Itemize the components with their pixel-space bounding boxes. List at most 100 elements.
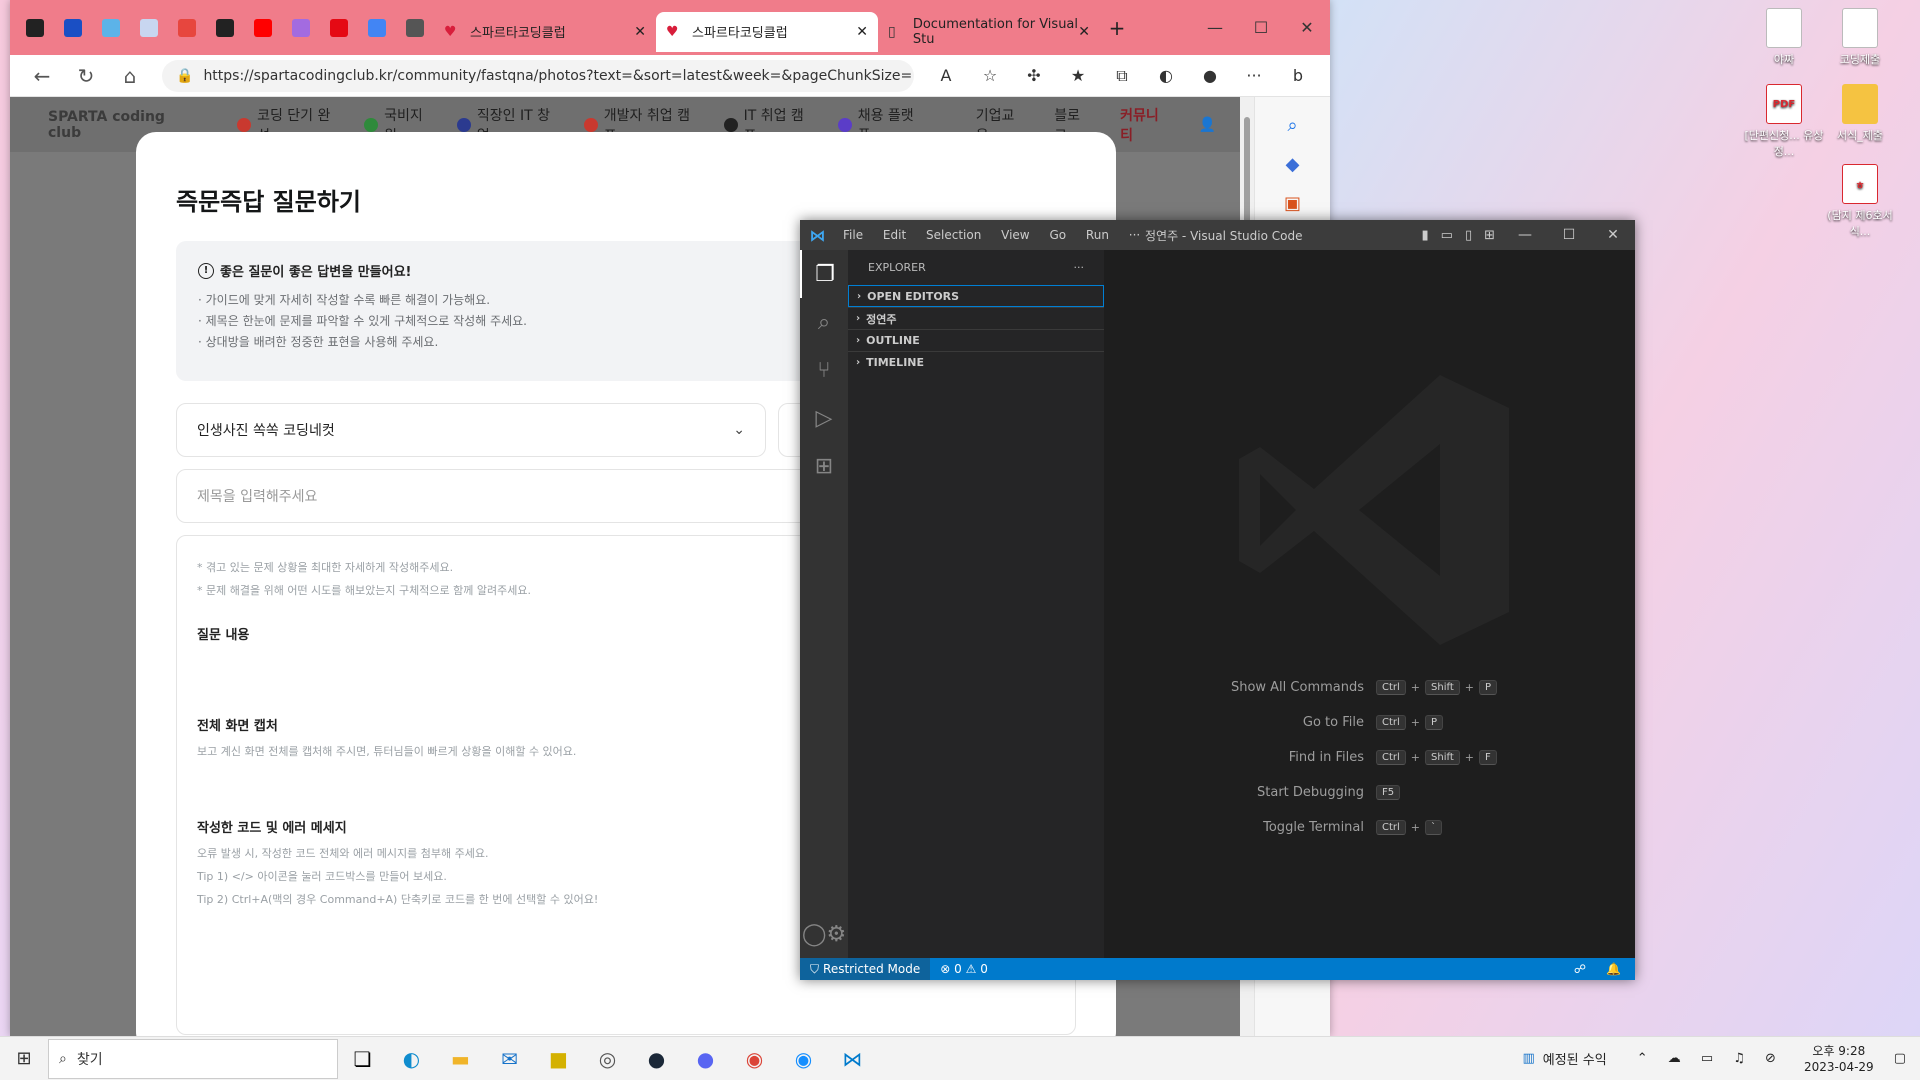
more-icon[interactable]: ··· [1232, 66, 1276, 85]
discord-icon[interactable]: ● [681, 1047, 730, 1071]
pinned-tab[interactable] [92, 9, 130, 47]
maximize-button[interactable]: ☐ [1238, 18, 1284, 37]
pinned-tab[interactable] [282, 9, 320, 47]
overwatch-icon[interactable]: ◎ [583, 1047, 632, 1071]
accounts-icon[interactable]: ◯ [802, 910, 827, 958]
customize-layout-icon[interactable]: ⊞ [1484, 228, 1495, 243]
desktop-icon-1[interactable]: 야짜 [1744, 8, 1824, 67]
pinned-tab[interactable] [168, 9, 206, 47]
tab-vscode-docs[interactable]: ▯ Documentation for Visual Stu ✕ [878, 12, 1100, 52]
pinned-tab[interactable] [358, 9, 396, 47]
pinned-tab[interactable] [244, 9, 282, 47]
problems-indicator[interactable]: ⊗ 0 ⚠ 0 [930, 962, 998, 976]
menu-edit[interactable]: Edit [883, 228, 906, 242]
tab-spartacoding-2[interactable]: ♥ 스파르타코딩클럽 ✕ [656, 11, 878, 52]
pinned-tab[interactable] [130, 9, 168, 47]
close-button[interactable]: ✕ [1284, 18, 1330, 37]
explorer-icon[interactable]: ❐ [800, 250, 848, 298]
favorites-icon[interactable]: ★ [1056, 66, 1100, 85]
desktop-icon-3[interactable]: PDF [단편신청... 유상정... [1744, 84, 1824, 159]
back-button[interactable]: ← [20, 64, 64, 88]
shortcut-toggle-terminal[interactable]: Toggle Terminal Ctrl + ` [1104, 810, 1635, 845]
bing-icon[interactable]: b [1276, 66, 1320, 85]
shortcut-start-debugging[interactable]: Start Debugging F5 [1104, 775, 1635, 810]
widget-button[interactable]: ▥ 예정된 수익 [1522, 1049, 1606, 1068]
read-aloud-icon[interactable]: A [924, 66, 968, 85]
close-icon[interactable]: ✕ [1078, 24, 1090, 40]
search-icon[interactable]: ⌕ [800, 298, 848, 346]
edge-icon[interactable]: ◐ [387, 1047, 436, 1071]
menu-view[interactable]: View [1001, 228, 1029, 242]
shortcut-go-to-file[interactable]: Go to File Ctrl + P [1104, 705, 1635, 740]
gear-icon[interactable]: ⚙ [826, 910, 846, 958]
close-icon[interactable]: ✕ [634, 24, 646, 40]
tab-spartacoding-1[interactable]: ♥ 스파르타코딩클럽 ✕ [434, 12, 656, 52]
collections-icon[interactable]: ⧉ [1100, 66, 1144, 86]
toggle-sidebar-icon[interactable]: ▮ [1421, 228, 1428, 243]
pinned-tab[interactable] [396, 9, 434, 47]
maximize-button[interactable]: ☐ [1547, 227, 1591, 243]
desktop-icon-2[interactable]: 코딩제출 [1820, 8, 1900, 67]
more-icon[interactable]: ··· [1074, 261, 1085, 274]
battlenet-icon[interactable]: ◉ [779, 1047, 828, 1071]
pinned-tab[interactable] [16, 9, 54, 47]
section-timeline[interactable]: › TIMELINE [848, 351, 1104, 373]
close-button[interactable]: ✕ [1591, 227, 1635, 243]
tab-strip: ♥ 스파르타코딩클럽 ✕ ♥ 스파르타코딩클럽 ✕ ▯ Documentatio… [10, 0, 1330, 55]
extensions-icon[interactable]: ✣ [1012, 66, 1056, 85]
bell-icon[interactable]: 🔔 [1606, 962, 1621, 976]
home-button[interactable]: ⌂ [108, 64, 152, 88]
desktop-icon-5[interactable]: ㅎ (담지 제6호서식... [1820, 164, 1900, 239]
steam-icon[interactable]: ● [632, 1047, 681, 1071]
clock[interactable]: 오후 9:28 2023-04-29 [1804, 1043, 1874, 1075]
refresh-button[interactable]: ↻ [64, 64, 108, 88]
section-outline[interactable]: › OUTLINE [848, 329, 1104, 351]
minimize-button[interactable]: — [1192, 18, 1238, 37]
folder-icon[interactable]: ▬ [436, 1047, 485, 1071]
course-select[interactable]: 인생사진 쏙쏙 코딩네컷 ⌄ [176, 403, 766, 457]
chrome-icon[interactable]: ◉ [730, 1047, 779, 1071]
search-icon[interactable]: ⌕ [1255, 115, 1330, 136]
menu-run[interactable]: Run [1086, 228, 1109, 242]
shortcut-find-in-files[interactable]: Find in Files Ctrl + Shift + F [1104, 740, 1635, 775]
extensions-icon[interactable]: ⊞ [800, 442, 848, 490]
menu-selection[interactable]: Selection [926, 228, 981, 242]
source-control-icon[interactable]: ⑂ [800, 346, 848, 394]
pinned-tab[interactable] [54, 9, 92, 47]
feedback-icon[interactable]: ☍ [1574, 962, 1586, 976]
minimize-button[interactable]: — [1503, 227, 1547, 243]
task-view-icon[interactable]: ❏ [338, 1047, 387, 1071]
windows-start-icon[interactable]: ⊞ [0, 1048, 48, 1069]
close-icon[interactable]: ✕ [856, 24, 868, 40]
new-tab-button[interactable]: + [1100, 16, 1134, 40]
menu-go[interactable]: Go [1049, 228, 1066, 242]
menu-file[interactable]: File [843, 228, 863, 242]
course-select-value: 인생사진 쏙쏙 코딩네컷 [197, 423, 335, 439]
desktop-icon-4[interactable]: 서식_제출 [1820, 84, 1900, 143]
profile-icon[interactable]: ● [1188, 66, 1232, 85]
run-debug-icon[interactable]: ▷ [800, 394, 848, 442]
toggle-secondary-sidebar-icon[interactable]: ▯ [1465, 228, 1472, 243]
nav-right-item[interactable]: 커뮤니티 [1120, 105, 1170, 145]
favorite-icon[interactable]: ☆ [968, 66, 1012, 85]
section-open-editors[interactable]: › OPEN EDITORS [848, 285, 1104, 307]
mail-icon[interactable]: ✉ [485, 1047, 534, 1071]
vscode-icon[interactable]: ⋈ [828, 1047, 877, 1071]
toolbox-icon[interactable]: ▣ [1255, 193, 1330, 214]
menu-more[interactable]: ··· [1129, 228, 1140, 242]
url-field[interactable]: 🔒 https://spartacodingclub.kr/community/… [162, 59, 914, 92]
editor-area[interactable]: Show All Commands Ctrl + Shift + P Go to F… [1104, 250, 1635, 958]
tag-icon[interactable]: ◆ [1255, 154, 1330, 175]
edge-icon[interactable]: ◐ [1144, 66, 1188, 85]
toggle-panel-icon[interactable]: ▭ [1441, 228, 1453, 243]
taskbar-search[interactable]: ⌕ 찾기 [48, 1038, 338, 1079]
restricted-mode-badge[interactable]: ⛉ Restricted Mode [800, 958, 931, 980]
tray-icons[interactable]: ⌃ ☁ ▭ ♫ ⊘ [1637, 1051, 1784, 1066]
kakaotalk-icon[interactable]: ■ [534, 1047, 583, 1071]
notification-icon[interactable]: ▢ [1894, 1051, 1906, 1066]
user-icon[interactable]: 👤 [1199, 117, 1216, 133]
shortcut-show-all-commands[interactable]: Show All Commands Ctrl + Shift + P [1104, 670, 1635, 705]
pinned-tab[interactable] [206, 9, 244, 47]
pinned-tab[interactable] [320, 9, 358, 47]
section-folder[interactable]: › 정연주 [848, 307, 1104, 329]
